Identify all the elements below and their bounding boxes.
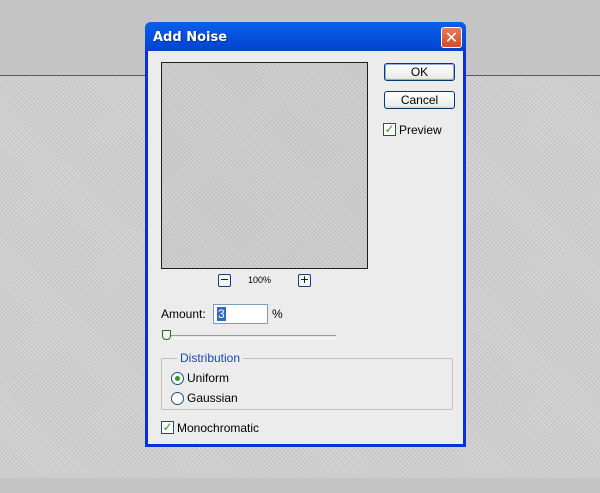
- amount-input[interactable]: 3: [213, 304, 268, 324]
- distribution-legend: Distribution: [177, 351, 244, 365]
- close-icon: ✕: [444, 28, 459, 47]
- ok-button[interactable]: OK: [384, 63, 455, 81]
- dialog-titlebar[interactable]: Add Noise ✕: [145, 22, 466, 51]
- monochromatic-checkbox[interactable]: ✓: [161, 421, 174, 434]
- uniform-label: Uniform: [187, 371, 230, 385]
- amount-slider-track[interactable]: [165, 335, 336, 339]
- preview-checkbox[interactable]: ✓: [383, 123, 396, 136]
- close-button[interactable]: ✕: [441, 27, 462, 48]
- zoom-out-icon: −: [219, 273, 230, 286]
- amount-value: 3: [217, 307, 226, 321]
- zoom-in-button[interactable]: +: [298, 274, 311, 287]
- dialog-title: Add Noise: [153, 30, 228, 45]
- gaussian-label: Gaussian: [187, 391, 238, 405]
- add-noise-dialog: Add Noise ✕ − 100% + OK Cancel ✓ Preview…: [145, 22, 466, 447]
- amount-slider-thumb[interactable]: [162, 330, 171, 340]
- cancel-button[interactable]: Cancel: [384, 91, 455, 109]
- amount-unit: %: [272, 307, 283, 321]
- gaussian-radio[interactable]: [171, 392, 184, 405]
- check-icon: ✓: [384, 122, 395, 136]
- workspace-background-bottom: [0, 478, 600, 493]
- monochromatic-label: Monochromatic: [177, 421, 260, 435]
- zoom-out-button[interactable]: −: [218, 274, 231, 287]
- check-icon: ✓: [162, 420, 173, 434]
- zoom-level: 100%: [248, 275, 272, 285]
- preview-label: Preview: [399, 123, 442, 137]
- zoom-in-icon: +: [299, 273, 310, 286]
- amount-label: Amount:: [161, 307, 206, 321]
- uniform-radio[interactable]: [171, 372, 184, 385]
- preview-pane[interactable]: [161, 62, 368, 269]
